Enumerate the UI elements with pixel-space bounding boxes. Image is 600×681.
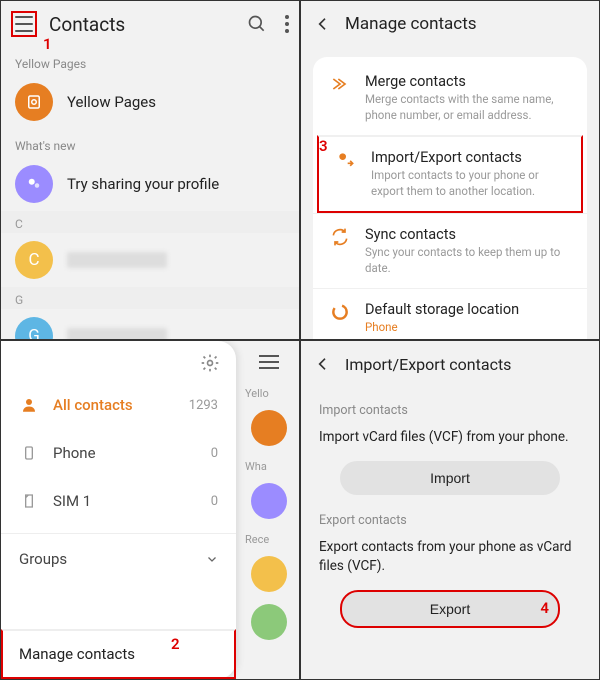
- item-label: Merge contacts: [365, 73, 571, 90]
- import-button[interactable]: Import: [340, 461, 560, 495]
- back-icon[interactable]: [315, 16, 331, 32]
- contact-name-redacted: [67, 252, 167, 268]
- list-item-label: Try sharing your profile: [67, 175, 219, 193]
- back-icon[interactable]: [315, 356, 331, 372]
- bg-section: Rece: [239, 533, 269, 546]
- annotation-2: 2: [171, 635, 180, 653]
- phone-icon: [19, 443, 39, 463]
- contact-row[interactable]: G: [1, 309, 299, 340]
- list-item[interactable]: Try sharing your profile: [1, 157, 299, 211]
- chevron-down-icon: [206, 553, 218, 565]
- letter-header-g: G: [1, 287, 299, 309]
- page-title: Import/Export contacts: [345, 355, 511, 374]
- annotation-1: 1: [43, 35, 52, 53]
- panel-drawer: Yello Wha Rece All contacts 1293 Phone 0: [0, 340, 300, 680]
- person-icon: [19, 395, 39, 415]
- manage-label: Manage contacts: [19, 645, 135, 663]
- import-export-item[interactable]: Import/Export contacts Import contacts t…: [317, 135, 583, 213]
- merge-icon: [329, 73, 351, 95]
- item-label: Sync contacts: [365, 226, 571, 243]
- drawer-phone[interactable]: Phone 0: [1, 429, 236, 477]
- export-button[interactable]: Export: [340, 590, 560, 628]
- drawer-background: Yello Wha Rece: [239, 341, 299, 679]
- import-text: Import vCard files (VCF) from your phone…: [319, 428, 581, 447]
- hamburger-icon[interactable]: [259, 355, 279, 369]
- search-icon[interactable]: [247, 14, 267, 34]
- manage-card: Merge contacts Merge contacts with the s…: [313, 57, 587, 340]
- import-section-label: Import contacts: [319, 403, 581, 418]
- bg-avatar: [251, 483, 287, 519]
- drawer-count: 0: [211, 494, 218, 509]
- bg-section: Yello: [239, 387, 269, 400]
- more-icon[interactable]: [285, 15, 289, 33]
- sim-icon: [19, 491, 39, 511]
- groups-label: Groups: [19, 550, 206, 568]
- sync-icon: [329, 226, 351, 248]
- drawer-count: 1293: [189, 398, 218, 413]
- section-whats-new: What's new: [1, 129, 299, 157]
- annotation-4: 4: [540, 599, 549, 617]
- sync-contacts-item[interactable]: Sync contacts Sync your contacts to keep…: [313, 213, 587, 288]
- contact-row[interactable]: C: [1, 233, 299, 287]
- yellow-pages-icon: [15, 83, 53, 121]
- item-label: Import/Export contacts: [371, 149, 565, 166]
- panel-import-export: Import/Export contacts Import contacts I…: [300, 340, 600, 680]
- gear-icon[interactable]: [200, 353, 220, 373]
- import-export-header: Import/Export contacts: [301, 341, 599, 387]
- drawer-label: SIM 1: [53, 492, 211, 510]
- bg-section: Wha: [239, 460, 267, 473]
- drawer-label: Phone: [53, 444, 211, 462]
- contact-name-redacted: [67, 328, 167, 340]
- export-text: Export contacts from your phone as vCard…: [319, 538, 581, 576]
- item-desc: Phone: [365, 320, 519, 336]
- manage-contacts-button[interactable]: Manage contacts: [1, 629, 236, 679]
- import-export-body: Import contacts Import vCard files (VCF)…: [301, 387, 599, 652]
- default-storage-item[interactable]: Default storage location Phone: [313, 288, 587, 340]
- letter-header-c: C: [1, 211, 299, 233]
- drawer-label: All contacts: [53, 396, 189, 414]
- profile-share-icon: [15, 165, 53, 203]
- avatar: G: [15, 317, 53, 340]
- page-title: Manage contacts: [345, 14, 477, 34]
- page-title: Contacts: [49, 13, 247, 36]
- list-item-label: Yellow Pages: [67, 93, 156, 111]
- panel-manage-contacts: Manage contacts 3 Merge contacts Merge c…: [300, 0, 600, 340]
- drawer-sim1[interactable]: SIM 1 0: [1, 477, 236, 525]
- storage-icon: [329, 301, 351, 323]
- bg-avatar: [251, 556, 287, 592]
- export-section-label: Export contacts: [319, 513, 581, 528]
- drawer-groups[interactable]: Groups: [1, 533, 236, 580]
- item-desc: Sync your contacts to keep them up to da…: [365, 245, 571, 276]
- manage-header: Manage contacts: [301, 1, 599, 47]
- bg-avatar: [251, 604, 287, 640]
- panel-contacts: Contacts 1 Yellow Pages Yellow Pages Wha…: [0, 0, 300, 340]
- list-item[interactable]: Yellow Pages: [1, 75, 299, 129]
- item-desc: Import contacts to your phone or export …: [371, 168, 565, 199]
- merge-contacts-item[interactable]: Merge contacts Merge contacts with the s…: [313, 61, 587, 135]
- item-label: Default storage location: [365, 301, 519, 318]
- drawer-count: 0: [211, 446, 218, 461]
- item-desc: Merge contacts with the same name, phone…: [365, 92, 571, 123]
- drawer-all-contacts[interactable]: All contacts 1293: [1, 381, 236, 429]
- annotation-3: 3: [319, 137, 328, 155]
- bg-avatar: [251, 410, 287, 446]
- hamburger-icon[interactable]: [11, 11, 37, 37]
- import-export-icon: [335, 149, 357, 171]
- nav-drawer: All contacts 1293 Phone 0 SIM 1 0 Groups…: [1, 341, 236, 679]
- avatar: C: [15, 241, 53, 279]
